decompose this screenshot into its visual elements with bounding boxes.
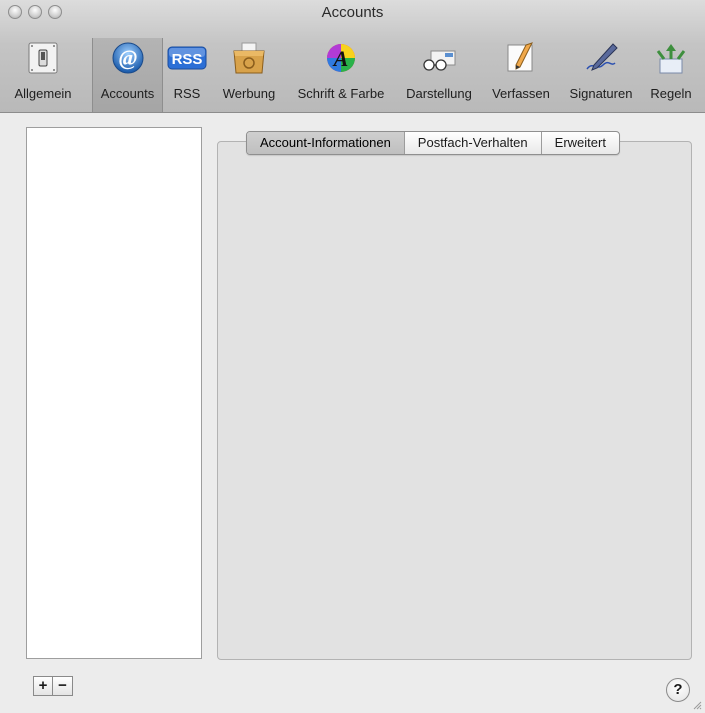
- toolbar-item-verfassen[interactable]: Verfassen: [484, 38, 558, 112]
- add-account-button[interactable]: +: [33, 676, 53, 696]
- svg-text:@: @: [118, 45, 136, 70]
- accounts-list[interactable]: [26, 127, 202, 659]
- remove-account-button[interactable]: −: [53, 676, 73, 696]
- at-sign-icon: @: [108, 40, 148, 76]
- resize-grip-icon[interactable]: [692, 700, 702, 710]
- help-button[interactable]: ?: [666, 678, 690, 702]
- toolbar-label: Signaturen: [569, 86, 633, 101]
- toolbar-label: RSS: [173, 86, 201, 101]
- toolbar-label: Darstellung: [406, 86, 472, 101]
- junk-mail-bin-icon: [229, 40, 269, 76]
- window-title: Accounts: [321, 4, 384, 21]
- toolbar-item-werbung[interactable]: Werbung: [214, 38, 284, 112]
- glasses-icon: [419, 40, 459, 76]
- toolbar-label: Werbung: [222, 86, 276, 101]
- toolbar-item-darstellung[interactable]: Darstellung: [397, 38, 481, 112]
- preferences-toolbar: Allgemein @ Accounts RSS RSS Werbung A S…: [0, 38, 705, 112]
- svg-text:RSS: RSS: [172, 51, 203, 68]
- account-details-panel: [217, 141, 692, 660]
- mail-preferences-window: Accounts Allgemein @ Accounts RSS RSS We…: [0, 0, 705, 713]
- font-color-icon: A: [321, 40, 361, 76]
- tab-account-informationen[interactable]: Account-Informationen: [247, 132, 404, 154]
- toolbar-label: Accounts: [100, 86, 155, 101]
- toolbar-item-regeln[interactable]: Regeln: [642, 38, 700, 112]
- toolbar-label: Allgemein: [14, 86, 72, 101]
- rules-arrows-icon: [651, 40, 691, 76]
- title-toolbar-area: Accounts Allgemein @ Accounts RSS RSS We…: [0, 0, 705, 113]
- switch-icon: [23, 40, 63, 76]
- toolbar-item-accounts[interactable]: @ Accounts: [92, 38, 163, 112]
- toolbar-label: Regeln: [650, 86, 692, 101]
- add-remove-buttons: + −: [33, 676, 73, 696]
- account-tabs: Account-Informationen Postfach-Verhalten…: [246, 131, 620, 155]
- toolbar-item-rss[interactable]: RSS RSS: [163, 38, 211, 112]
- compose-pencil-icon: [501, 40, 541, 76]
- toolbar-item-schrift-farbe[interactable]: A Schrift & Farbe: [288, 38, 394, 112]
- tab-postfach-verhalten[interactable]: Postfach-Verhalten: [403, 132, 541, 154]
- signature-pen-icon: [581, 40, 621, 76]
- toolbar-item-allgemein[interactable]: Allgemein: [2, 38, 84, 112]
- rss-icon: RSS: [167, 40, 207, 76]
- toolbar-item-signaturen[interactable]: Signaturen: [561, 38, 641, 112]
- toolbar-label: Verfassen: [492, 86, 550, 101]
- toolbar-label: Schrift & Farbe: [297, 86, 385, 101]
- svg-text:A: A: [332, 46, 349, 71]
- tab-erweitert[interactable]: Erweitert: [540, 132, 619, 154]
